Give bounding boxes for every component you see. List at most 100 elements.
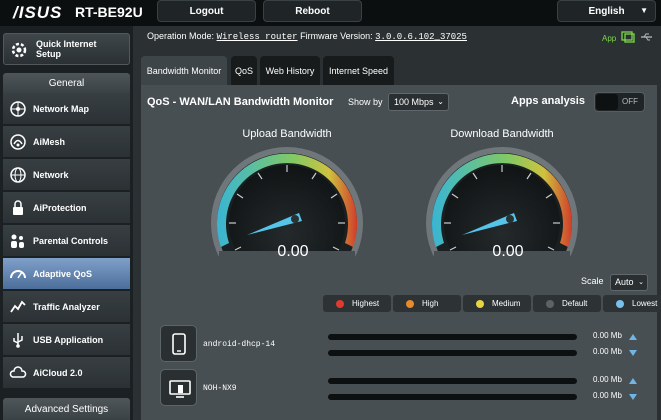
sidebar-item-label: AiProtection — [33, 203, 87, 213]
legend-default: Default — [533, 295, 601, 312]
sidebar-item-label: Network — [33, 170, 69, 180]
show-by-select[interactable]: 100 Mbps ⌄ — [388, 93, 449, 111]
show-by-value: 100 Mbps — [394, 97, 434, 107]
language-value: English — [588, 5, 625, 17]
tab-qos[interactable]: QoS — [231, 56, 257, 85]
download-traffic-bar — [328, 394, 577, 400]
legend-dot — [336, 299, 344, 308]
client-row: NOH-NX9 0.00 Mb 0.00 Mb — [141, 369, 657, 411]
language-select[interactable]: English ▼ — [557, 0, 656, 22]
upload-traffic-bar — [328, 334, 577, 340]
sidebar-item-aiprotection[interactable]: AiProtection — [3, 192, 130, 224]
quick-internet-setup-label: Quick Internet Setup — [36, 39, 97, 59]
download-value: 0.00 — [492, 243, 524, 260]
legend-high: High — [393, 295, 461, 312]
arrow-down-icon — [629, 350, 637, 356]
apps-analysis-toggle[interactable]: OFF — [594, 92, 645, 112]
scale-select[interactable]: Auto ⌄ — [610, 274, 648, 291]
toggle-state: OFF — [622, 97, 638, 106]
chart-icon — [10, 300, 26, 313]
app-device-icon[interactable] — [621, 31, 635, 43]
tab-web-history[interactable]: Web History — [260, 56, 320, 85]
sidebar-item-aicloud[interactable]: AiCloud 2.0 — [3, 357, 130, 389]
legend-dot — [616, 299, 624, 308]
sidebar-item-label: Traffic Analyzer — [33, 302, 100, 312]
phone-icon — [172, 333, 186, 355]
page-title: QoS - WAN/LAN Bandwidth Monitor — [147, 96, 334, 108]
toggle-knob — [596, 94, 618, 110]
show-by-label: Show by — [348, 97, 383, 107]
firmware-version-link[interactable]: 3.0.0.6.102_37025 — [375, 32, 467, 42]
client-device-button[interactable] — [160, 325, 197, 362]
legend-label: Highest — [352, 299, 380, 308]
sidebar-item-parental-controls[interactable]: Parental Controls — [3, 225, 130, 257]
legend-label: Lowest — [632, 299, 658, 308]
upload-bandwidth-label: Upload Bandwidth — [242, 128, 332, 140]
brand-logo: /ISUS — [13, 3, 63, 22]
upload-value: 0.00 — [277, 243, 309, 260]
client-name: android-dhcp-14 — [203, 340, 276, 349]
operation-mode-label: Operation Mode: — [147, 31, 215, 41]
network-map-icon — [10, 101, 26, 117]
client-name: NOH-NX9 — [203, 384, 237, 393]
status-line: Operation Mode: Wireless router Firmware… — [147, 31, 467, 42]
arrow-down-icon — [629, 394, 637, 400]
sidebar-item-label: Parental Controls — [33, 236, 109, 246]
lock-icon — [13, 200, 23, 215]
advanced-settings-heading: Advanced Settings — [3, 398, 130, 420]
sidebar-item-label: Adaptive QoS — [33, 269, 93, 279]
chevron-down-icon: ⌄ — [638, 279, 644, 286]
arrow-up-icon — [629, 378, 637, 384]
client-row: android-dhcp-14 0.00 Mb 0.00 Mb — [141, 325, 657, 367]
model-name: RT-BE92U — [75, 4, 143, 20]
reboot-button[interactable]: Reboot — [263, 0, 362, 22]
logout-button[interactable]: Logout — [157, 0, 256, 22]
legend-dot — [406, 299, 414, 308]
sidebar-item-network[interactable]: Network — [3, 159, 130, 191]
speedometer-icon — [10, 270, 26, 279]
legend-medium: Medium — [463, 295, 531, 312]
app-label: App — [602, 34, 617, 43]
family-icon — [11, 234, 24, 248]
tab-internet-speed[interactable]: Internet Speed — [323, 56, 394, 85]
upload-traffic-bar — [328, 378, 577, 384]
download-traffic-bar — [328, 350, 577, 356]
quick-internet-setup-button[interactable]: Quick Internet Setup — [3, 33, 130, 65]
sidebar-item-label: Network Map — [33, 104, 90, 114]
sidebar: Quick Internet Setup General Network Map… — [0, 26, 133, 420]
sidebar-item-adaptive-qos[interactable]: Adaptive QoS — [3, 258, 130, 290]
operation-mode-link[interactable]: Wireless router — [217, 32, 298, 42]
chevron-down-icon: ▼ — [640, 6, 648, 15]
legend-highest: Highest — [323, 295, 391, 312]
router-admin-window: /ISUS RT-BE92U Logout Reboot English ▼ Q… — [0, 0, 661, 420]
sidebar-item-traffic-analyzer[interactable]: Traffic Analyzer — [3, 291, 130, 323]
sidebar-item-usb-application[interactable]: USB Application — [3, 324, 130, 356]
sidebar-item-label: AiCloud 2.0 — [33, 368, 83, 378]
sidebar-item-label: USB Application — [33, 335, 104, 345]
arrow-up-icon — [629, 334, 637, 340]
sidebar-item-network-map[interactable]: Network Map — [3, 93, 130, 125]
legend-label: Medium — [492, 299, 521, 308]
legend-lowest: Lowest — [603, 295, 661, 312]
tab-bandwidth-monitor[interactable]: Bandwidth Monitor — [141, 56, 227, 85]
chevron-down-icon: ⌄ — [437, 97, 444, 106]
top-bar: /ISUS RT-BE92U Logout Reboot English ▼ — [0, 0, 661, 26]
cloud-icon — [9, 366, 27, 378]
firmware-label: Firmware Version: — [300, 31, 373, 41]
aimesh-icon — [10, 134, 26, 150]
client-device-button[interactable] — [160, 369, 197, 406]
globe-icon — [10, 167, 26, 183]
gear-icon — [11, 42, 27, 58]
scale-value: Auto — [615, 277, 634, 287]
sidebar-item-aimesh[interactable]: AiMesh — [3, 126, 130, 158]
legend-dot — [476, 299, 484, 308]
sidebar-item-label: AiMesh — [33, 137, 66, 147]
legend-label: High — [422, 299, 439, 308]
scale-label: Scale — [581, 276, 604, 286]
usb-status-icon[interactable] — [640, 31, 654, 43]
apps-analysis-label: Apps analysis — [511, 95, 585, 107]
legend-dot — [546, 299, 554, 308]
usb-icon — [13, 333, 23, 348]
legend-label: Default — [562, 299, 588, 308]
desktop-icon — [169, 380, 191, 398]
